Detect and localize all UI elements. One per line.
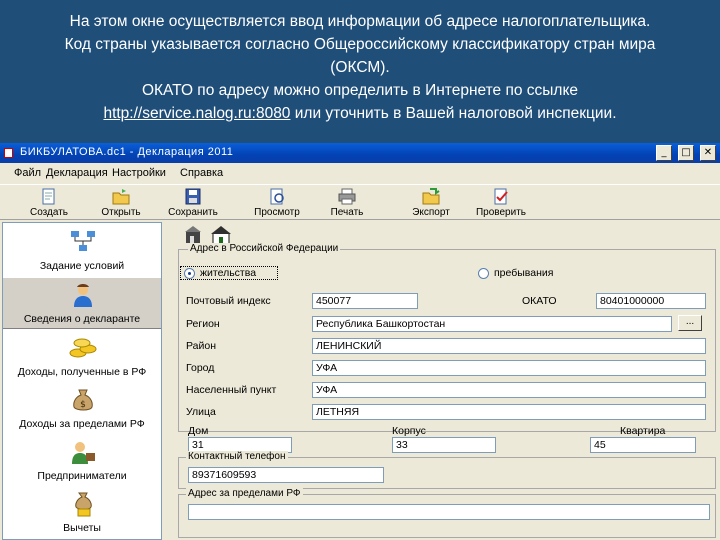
menu-help[interactable]: Справка bbox=[180, 167, 223, 179]
postal-input[interactable]: 450077 bbox=[312, 293, 418, 309]
toolbar: Создать Открыть Сохранить Просмотр Печат… bbox=[0, 184, 720, 220]
sidebar: Задание условий Сведения о декларанте До… bbox=[2, 222, 162, 540]
preview-icon bbox=[270, 188, 284, 205]
save-button[interactable]: Сохранить bbox=[160, 187, 226, 219]
postal-label: Почтовый индекс bbox=[186, 295, 271, 307]
save-disk-icon bbox=[185, 188, 201, 205]
menu-settings[interactable]: Настройки bbox=[112, 167, 166, 179]
app-icon bbox=[4, 148, 13, 158]
slide-caption: На этом окне осуществляется ввод информа… bbox=[0, 0, 720, 138]
coins-icon bbox=[69, 338, 97, 358]
export-button[interactable]: Экспорт bbox=[398, 187, 464, 219]
caption-line-2: Код страны указывается согласно Общеросс… bbox=[64, 36, 656, 53]
main-pane: Адрес в Российской Федерации жительства … bbox=[166, 222, 720, 540]
sidebar-label-declarant: Сведения о декларанте bbox=[23, 313, 141, 325]
check-button[interactable]: Проверить bbox=[468, 187, 534, 219]
stay-radio-label: пребывания bbox=[494, 267, 554, 279]
sidebar-item-income-abroad[interactable]: $ Доходы за пределами РФ bbox=[3, 383, 161, 435]
declarant-icon bbox=[74, 284, 92, 307]
phone-input[interactable]: 89371609593 bbox=[188, 467, 384, 483]
abroad-title: Адрес за пределами РФ bbox=[186, 488, 303, 499]
caption-line-5-rest: или уточнить в Вашей налоговой инспекции… bbox=[290, 105, 617, 122]
city-label: Город bbox=[186, 362, 215, 374]
building-label: Корпус bbox=[392, 425, 426, 437]
sidebar-label-deductions: Вычеты bbox=[63, 522, 101, 534]
preview-label: Просмотр bbox=[254, 207, 300, 218]
caption-line-3: (ОКСМ). bbox=[330, 59, 390, 76]
sidebar-label-income-abroad: Доходы за пределами РФ bbox=[19, 418, 145, 430]
residence-radio[interactable] bbox=[184, 268, 195, 279]
create-label: Создать bbox=[29, 207, 68, 218]
locality-label: Населенный пункт bbox=[186, 384, 277, 396]
house-label: Дом bbox=[188, 425, 209, 437]
new-document-icon bbox=[42, 188, 55, 205]
sidebar-label-entrepreneurs: Предприниматели bbox=[37, 470, 127, 482]
save-label: Сохранить bbox=[168, 207, 218, 218]
export-icon bbox=[422, 188, 440, 205]
menu-declaration[interactable]: Декларация bbox=[46, 167, 108, 179]
sidebar-item-income-rf[interactable]: Доходы, полученные в РФ bbox=[3, 331, 161, 383]
apartment-input[interactable]: 45 bbox=[590, 437, 696, 453]
window-title: БИКБУЛАТОВА.dc1 - Декларация 2011 bbox=[20, 146, 234, 158]
check-icon bbox=[494, 188, 508, 205]
minimize-button[interactable]: _ bbox=[656, 145, 672, 161]
district-label: Район bbox=[186, 340, 216, 352]
svg-text:$: $ bbox=[80, 400, 86, 410]
okato-label: ОКАТО bbox=[522, 295, 557, 307]
caption-line-5: http://service.nalog.ru:8080 или уточнит… bbox=[0, 102, 720, 125]
open-folder-icon bbox=[112, 189, 130, 205]
house-tab-icon[interactable] bbox=[210, 225, 232, 245]
sidebar-item-declarant[interactable]: Сведения о декларанте bbox=[3, 277, 161, 329]
street-label: Улица bbox=[186, 406, 216, 418]
menu-bar: Файл Декларация Настройки Справка bbox=[0, 163, 720, 182]
title-bar[interactable]: БИКБУЛАТОВА.dc1 - Декларация 2011 _ □ ✕ bbox=[0, 143, 720, 163]
open-label: Открыть bbox=[101, 207, 141, 218]
city-input[interactable]: УФА bbox=[312, 360, 706, 376]
building-input[interactable]: 33 bbox=[392, 437, 496, 453]
open-button[interactable]: Открыть bbox=[88, 187, 154, 219]
caption-line-4: ОКАТО по адресу можно определить в Интер… bbox=[141, 82, 579, 99]
maximize-button[interactable]: □ bbox=[678, 145, 694, 161]
deductions-icon bbox=[75, 492, 92, 517]
stay-radio[interactable] bbox=[478, 268, 489, 279]
region-label: Регион bbox=[186, 318, 220, 330]
preview-button[interactable]: Просмотр bbox=[244, 187, 310, 219]
entrepreneur-icon bbox=[72, 442, 95, 464]
conditions-icon bbox=[71, 231, 95, 251]
check-label: Проверить bbox=[475, 207, 526, 218]
money-bag-icon: $ bbox=[73, 389, 93, 411]
apartment-label: Квартира bbox=[620, 425, 666, 437]
close-button[interactable]: ✕ bbox=[700, 145, 716, 161]
printer-icon bbox=[338, 188, 356, 205]
locality-input[interactable]: УФА bbox=[312, 382, 706, 398]
residence-radio-label: жительства bbox=[200, 267, 257, 279]
sidebar-item-entrepreneurs[interactable]: Предприниматели bbox=[3, 435, 161, 487]
region-select-button[interactable]: ... bbox=[678, 315, 702, 331]
sidebar-label-income-rf: Доходы, полученные в РФ bbox=[17, 366, 147, 378]
address-ru-title: Адрес в Российской Федерации bbox=[188, 243, 341, 254]
export-label: Экспорт bbox=[412, 207, 450, 218]
okato-input[interactable]: 80401000000 bbox=[596, 293, 706, 309]
street-input[interactable]: ЛЕТНЯЯ bbox=[312, 404, 706, 420]
abroad-address-input[interactable] bbox=[188, 504, 710, 520]
print-label: Печать bbox=[330, 207, 364, 218]
print-button[interactable]: Печать bbox=[314, 187, 380, 219]
region-input[interactable]: Республика Башкортостан bbox=[312, 316, 672, 332]
create-button[interactable]: Создать bbox=[16, 187, 82, 219]
sidebar-label-conditions: Задание условий bbox=[39, 260, 125, 272]
menu-file[interactable]: Файл bbox=[14, 167, 41, 179]
contact-title: Контактный телефон bbox=[186, 451, 288, 462]
globe-house-tab-icon[interactable] bbox=[184, 225, 206, 245]
declaration-window: БИКБУЛАТОВА.dc1 - Декларация 2011 _ □ ✕ … bbox=[0, 143, 720, 540]
sidebar-item-deductions[interactable]: Вычеты bbox=[3, 487, 161, 539]
caption-line-1: На этом окне осуществляется ввод информа… bbox=[69, 13, 651, 30]
nalog-link[interactable]: http://service.nalog.ru:8080 bbox=[103, 105, 290, 122]
district-input[interactable]: ЛЕНИНСКИЙ bbox=[312, 338, 706, 354]
sidebar-item-conditions[interactable]: Задание условий bbox=[3, 225, 161, 277]
